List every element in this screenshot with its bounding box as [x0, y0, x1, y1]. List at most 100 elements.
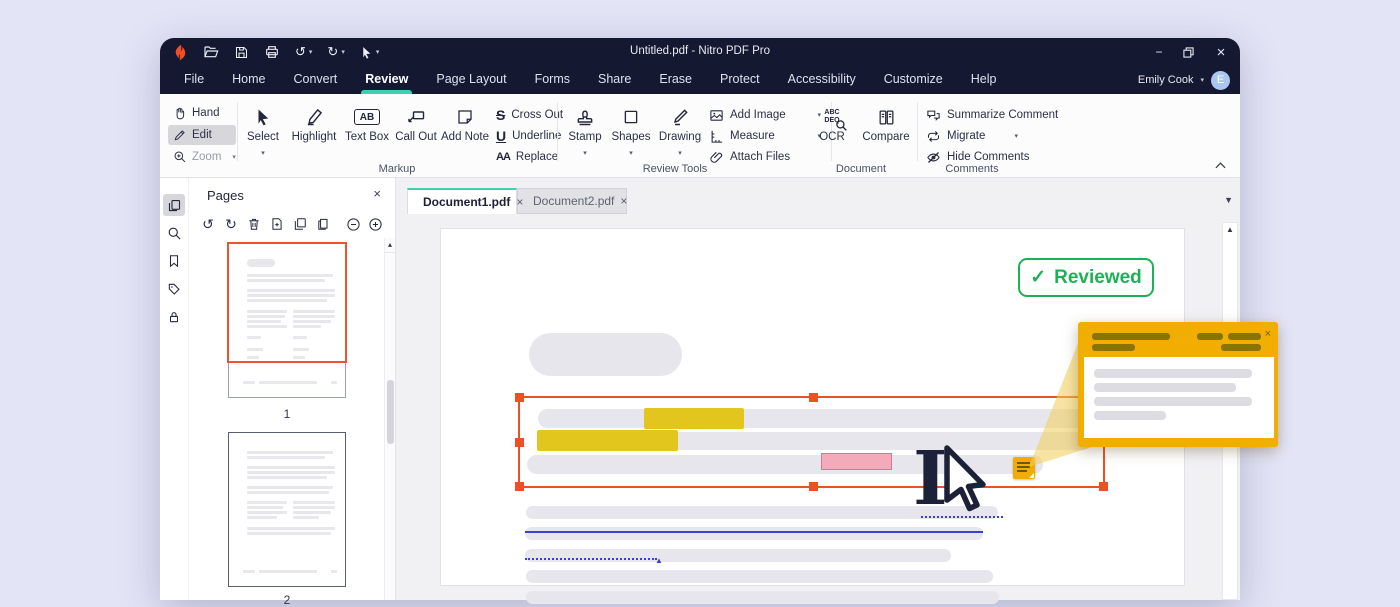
navigation-strip — [160, 178, 188, 600]
text-placeholder-line — [525, 527, 983, 540]
compare-icon — [877, 104, 896, 130]
selection-handle-n[interactable] — [809, 393, 818, 402]
user-name: Emily Cook — [1138, 74, 1194, 86]
pages-panel: Pages × ↺ ↻ — [188, 178, 396, 600]
ocr-button[interactable]: ABCDEQ OCR — [805, 104, 859, 168]
stamp-icon — [575, 104, 595, 130]
migrate-button[interactable]: Migrate ▾ — [926, 127, 1018, 145]
drawing-caret-icon[interactable]: ▾ — [678, 149, 682, 157]
popup-close-icon[interactable]: × — [1265, 328, 1271, 340]
extract-pages-button[interactable] — [314, 215, 332, 233]
add-image-icon — [709, 108, 724, 123]
selection-handle-s[interactable] — [809, 482, 818, 491]
tags-panel-button[interactable] — [163, 278, 185, 300]
add-note-button[interactable]: Add Note — [438, 104, 492, 168]
select-caret-icon[interactable]: ▾ — [261, 149, 265, 157]
menu-help[interactable]: Help — [957, 66, 1011, 94]
popup-author-placeholder — [1092, 333, 1170, 340]
menu-protect[interactable]: Protect — [706, 66, 774, 94]
page-thumbnail-2[interactable] — [228, 432, 346, 587]
reviewed-stamp[interactable]: ✓ Reviewed — [1018, 258, 1154, 297]
zoom-out-thumbnails-button[interactable] — [344, 215, 362, 233]
blue-line-annotation[interactable] — [525, 531, 983, 533]
stamp-caret-icon[interactable]: ▾ — [583, 149, 587, 157]
selection-handle-sw[interactable] — [515, 482, 524, 491]
panel-scroll-thumb[interactable] — [387, 380, 394, 444]
select-button[interactable]: Select ▾ — [236, 104, 290, 168]
call-out-button[interactable]: Call Out — [389, 104, 443, 168]
menu-share[interactable]: Share — [584, 66, 645, 94]
drawing-button[interactable]: Drawing ▾ — [653, 104, 707, 168]
edit-tool-button[interactable]: Edit — [168, 125, 236, 145]
tab-document1[interactable]: Document1.pdf × — [407, 188, 517, 214]
measure-icon — [709, 129, 724, 144]
restore-button[interactable] — [1183, 47, 1197, 58]
duplicate-page-button[interactable] — [291, 215, 309, 233]
migrate-caret-icon[interactable]: ▾ — [1014, 132, 1018, 140]
bookmarks-panel-button[interactable] — [163, 250, 185, 272]
text-placeholder-line — [525, 549, 951, 562]
tab-list-caret-icon[interactable]: ▼ — [1224, 195, 1233, 205]
shapes-caret-icon[interactable]: ▾ — [629, 149, 633, 157]
insert-page-button[interactable] — [268, 215, 286, 233]
search-panel-button[interactable] — [163, 222, 185, 244]
selection-handle-nw[interactable] — [515, 393, 524, 402]
tab2-close-icon[interactable]: × — [620, 194, 627, 208]
panel-scroll-up-icon[interactable]: ▴ — [385, 240, 395, 253]
migrate-icon — [926, 129, 941, 144]
menu-page-layout[interactable]: Page Layout — [422, 66, 520, 94]
ocr-icon: ABCDEQ — [824, 104, 839, 130]
highlight-button[interactable]: Highlight — [287, 104, 341, 168]
section-document: Document — [806, 163, 916, 175]
pages-panel-button[interactable] — [163, 194, 185, 216]
menu-accessibility[interactable]: Accessibility — [774, 66, 870, 94]
rotate-right-button[interactable]: ↻ — [222, 215, 240, 233]
close-button[interactable]: × — [1214, 44, 1228, 61]
select-arrow-icon — [254, 104, 272, 130]
sticky-note-popup[interactable]: × — [1078, 322, 1278, 447]
selection-handle-w[interactable] — [515, 438, 524, 447]
panel-title: Pages — [207, 188, 244, 203]
popup-comment-body[interactable] — [1084, 357, 1274, 438]
menu-erase[interactable]: Erase — [645, 66, 706, 94]
compare-button[interactable]: Compare — [859, 104, 913, 168]
security-panel-button[interactable] — [163, 306, 185, 328]
panel-close-button[interactable]: × — [373, 186, 381, 201]
title-bar: ↺▾ ↻▾ ▾ Untitled.pdf - Nitro PDF Pro − × — [160, 38, 1240, 66]
bookmark-icon — [167, 254, 181, 268]
menu-review[interactable]: Review — [351, 66, 422, 94]
avatar[interactable]: E — [1211, 71, 1230, 90]
blue-dotted-underline-annotation[interactable] — [525, 558, 657, 560]
page-number-2: 2 — [228, 593, 346, 607]
edit-pencil-icon — [173, 128, 187, 142]
hand-tool-button[interactable]: Hand — [168, 103, 236, 123]
menu-customize[interactable]: Customize — [870, 66, 957, 94]
selection-handle-se[interactable] — [1099, 482, 1108, 491]
zoom-in-thumbnails-button[interactable] — [366, 215, 384, 233]
text-box-button[interactable]: AB Text Box — [340, 104, 394, 168]
visible-area-rectangle[interactable] — [227, 242, 347, 363]
menu-forms[interactable]: Forms — [521, 66, 584, 94]
summarize-comment-icon — [926, 108, 941, 123]
tab-document2[interactable]: Document2.pdf × — [517, 188, 627, 214]
menu-file[interactable]: File — [170, 66, 218, 94]
menu-convert[interactable]: Convert — [280, 66, 352, 94]
minimize-button[interactable]: − — [1152, 45, 1166, 59]
ribbon-collapse-button[interactable] — [1215, 162, 1226, 169]
call-out-icon — [406, 104, 426, 130]
zoom-tool-button[interactable]: Zoom ▾ — [168, 147, 236, 167]
menu-home[interactable]: Home — [218, 66, 279, 94]
summarize-comment-button[interactable]: Summarize Comment — [926, 106, 1074, 124]
user-menu[interactable]: Emily Cook ▾ E — [1138, 71, 1240, 90]
tag-icon — [167, 282, 181, 296]
scroll-up-icon[interactable]: ▲ — [1223, 225, 1237, 234]
rotate-left-button[interactable]: ↺ — [199, 215, 217, 233]
panel-scrollbar[interactable]: ▴ — [384, 238, 395, 600]
tab1-close-icon[interactable]: × — [516, 195, 523, 209]
popup-meta-placeholder — [1197, 333, 1223, 340]
replace-icon: AA — [496, 152, 510, 163]
delete-page-button[interactable] — [245, 215, 263, 233]
caret-insert-annotation[interactable]: ▲ — [655, 556, 663, 565]
lock-icon — [167, 310, 181, 324]
shapes-button[interactable]: Shapes ▾ — [604, 104, 658, 168]
